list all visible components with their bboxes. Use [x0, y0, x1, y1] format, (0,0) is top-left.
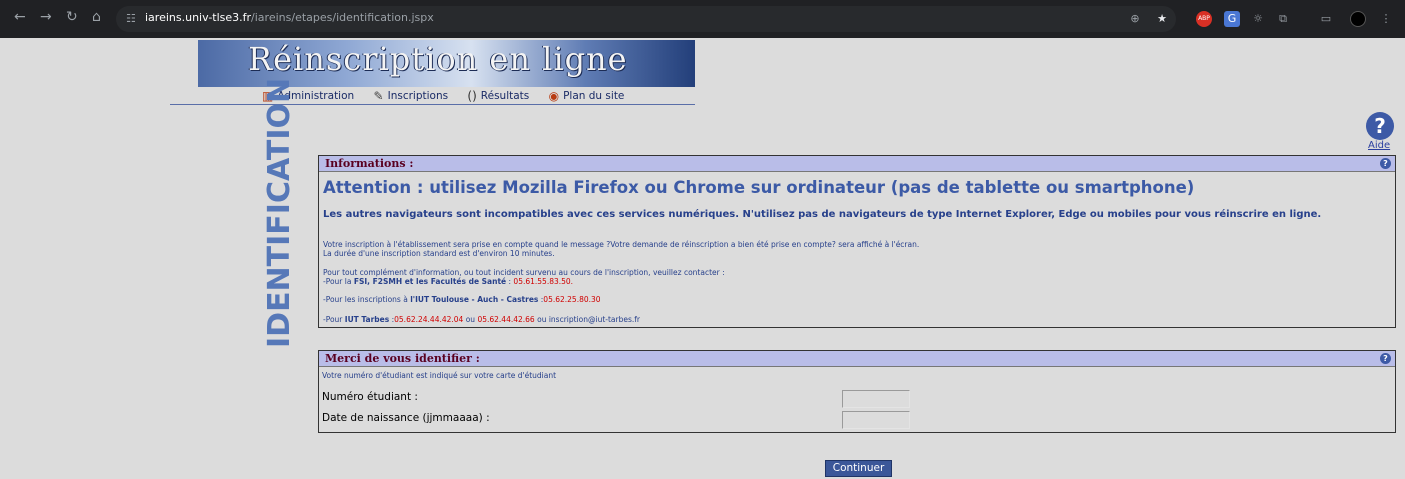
contact-iut: -Pour les inscriptions à l'IUT Toulouse …: [323, 295, 601, 304]
top-menu: ▥ Administration ✎ Inscriptions () Résultat…: [262, 89, 640, 103]
home-icon[interactable]: ⌂: [92, 9, 101, 25]
info-line-2: La durée d'une inscription standard est …: [323, 249, 555, 258]
url-text[interactable]: iareins.univ-tlse3.fr/iareins/etapes/ide…: [145, 11, 434, 24]
identification-label: IDENTIFICATION: [262, 77, 297, 348]
identify-panel: Merci de vous identifier : ? Votre numér…: [318, 350, 1396, 433]
birth-date-label: Date de naissance (jjmmaaaa) :: [322, 412, 490, 424]
birth-date-input[interactable]: [842, 411, 910, 429]
browser-toolbar: ← → ↻ ⌂ ☷ iareins.univ-tlse3.fr/iareins/…: [0, 0, 1405, 38]
sitemap-icon: ◉: [548, 89, 560, 103]
zoom-icon[interactable]: ⊕: [1127, 11, 1143, 27]
back-icon[interactable]: ←: [14, 9, 26, 25]
informations-panel: Informations : ? Attention : utilisez Mo…: [318, 155, 1396, 328]
help-icon[interactable]: ?: [1366, 112, 1394, 140]
reload-icon[interactable]: ↻: [66, 9, 78, 25]
contact-tarbes: -Pour IUT Tarbes :05.62.24.44.42.04 ou 0…: [323, 315, 641, 324]
info-line-3: Pour tout complément d'information, ou t…: [323, 268, 725, 277]
menu-item-inscriptions[interactable]: ✎ Inscriptions: [373, 89, 457, 103]
continue-button[interactable]: Continuer: [825, 460, 892, 477]
email-link[interactable]: inscription@iut-tarbes.fr: [549, 315, 640, 324]
attention-title: Attention : utilisez Mozilla Firefox ou …: [323, 178, 1195, 197]
identify-header: Merci de vous identifier : ?: [319, 351, 1395, 367]
forward-icon[interactable]: →: [40, 9, 52, 25]
bookmark-star-icon[interactable]: ★: [1154, 11, 1170, 27]
informations-header: Informations : ?: [319, 156, 1395, 172]
pen-icon: ✎: [373, 89, 384, 103]
browser-warning: Les autres navigateurs sont incompatible…: [323, 209, 1322, 220]
contact-fsi: -Pour la FSI, F2SMH et les Facultés de S…: [323, 277, 574, 286]
student-number-hint: Votre numéro d'étudiant est indiqué sur …: [322, 371, 557, 380]
student-number-input[interactable]: [842, 390, 910, 408]
profile-icon[interactable]: [1350, 11, 1366, 27]
cast-icon[interactable]: ▭: [1318, 11, 1334, 27]
brightness-icon[interactable]: ☼: [1250, 11, 1266, 27]
menu-item-resultats[interactable]: () Résultats: [467, 89, 537, 103]
info-line-1: Votre inscription à l'établissement sera…: [323, 240, 920, 249]
page-section-label: IDENTIFICATION: [262, 77, 298, 348]
adblock-icon[interactable]: ABP: [1196, 11, 1212, 27]
parentheses-icon: (): [467, 89, 477, 103]
menu-item-plan-du-site[interactable]: ◉ Plan du site: [548, 89, 633, 103]
help-icon[interactable]: ?: [1380, 353, 1391, 364]
menu-icon[interactable]: ⋮: [1378, 11, 1394, 27]
translate-icon[interactable]: G: [1224, 11, 1240, 27]
student-number-label: Numéro étudiant :: [322, 391, 418, 403]
banner-title: Réinscription en ligne: [248, 40, 628, 78]
menu-divider: [170, 104, 695, 105]
help-icon[interactable]: ?: [1380, 158, 1391, 169]
aide-link[interactable]: Aide: [1368, 140, 1390, 151]
site-settings-icon[interactable]: ☷: [126, 12, 138, 25]
extensions-icon[interactable]: ⧉: [1275, 11, 1291, 27]
